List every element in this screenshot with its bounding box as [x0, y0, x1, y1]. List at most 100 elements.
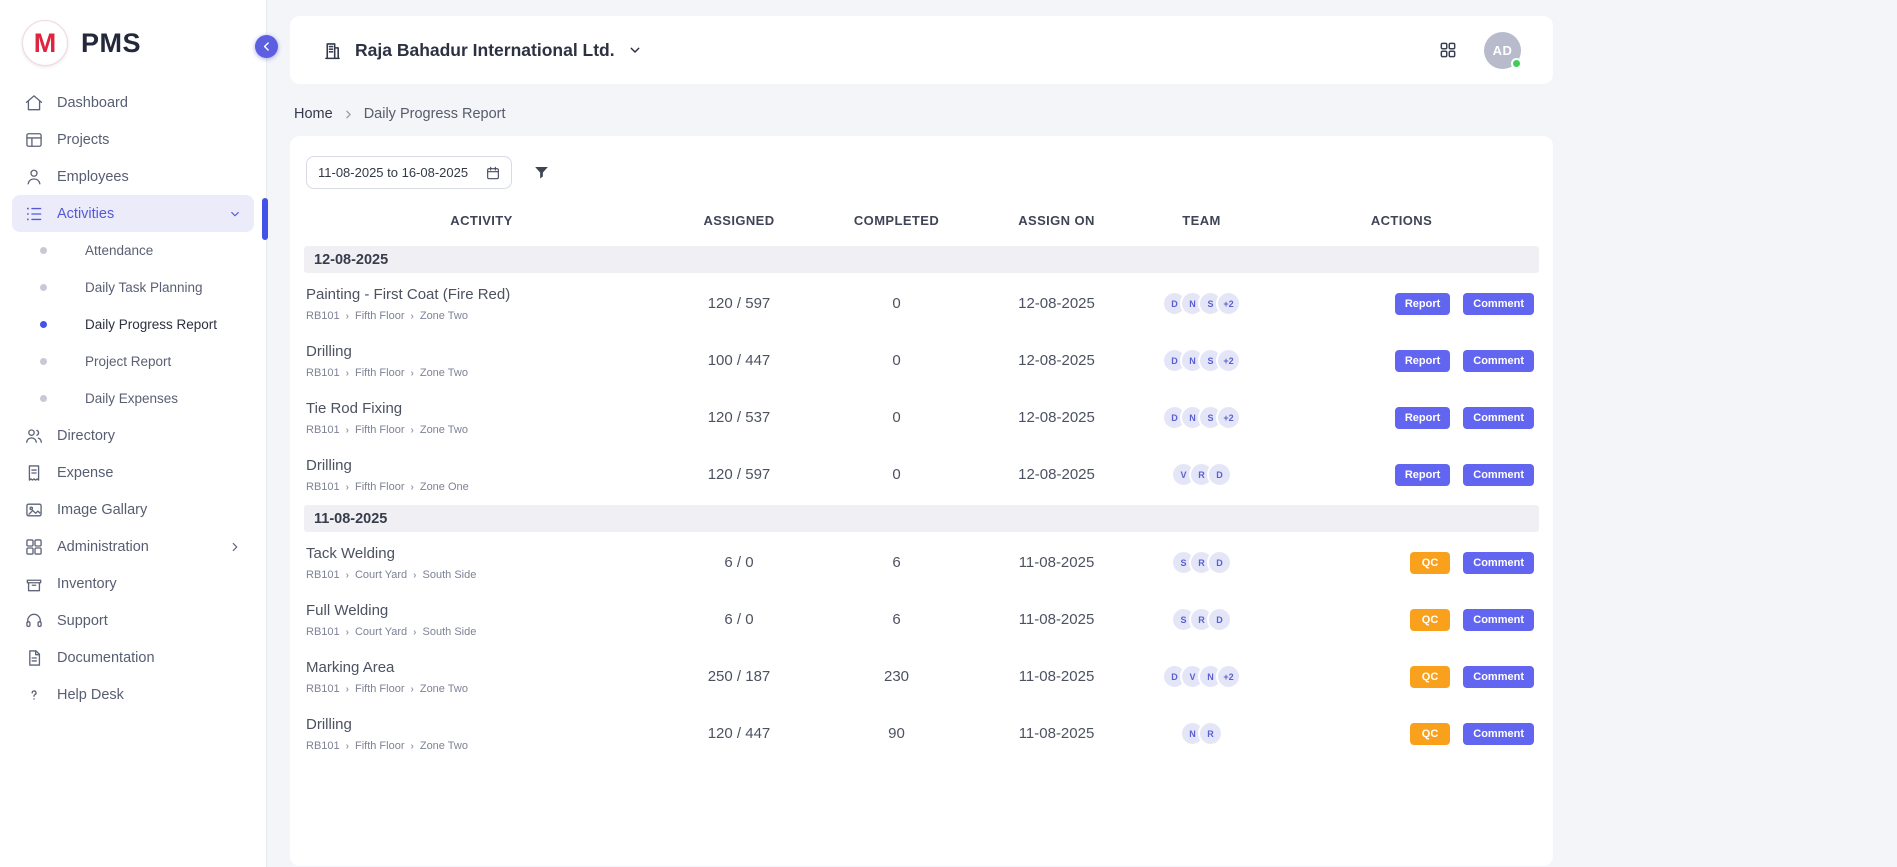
- user-avatar[interactable]: AD: [1484, 32, 1521, 69]
- calendar-icon: [485, 165, 501, 181]
- comment-button[interactable]: Comment: [1463, 609, 1534, 631]
- sidebar-item-activities[interactable]: Activities: [12, 195, 254, 232]
- path-segment: RB101: [306, 626, 340, 638]
- sidebar-item-label: Image Gallary: [57, 502, 147, 518]
- comment-button[interactable]: Comment: [1463, 552, 1534, 574]
- sidebar-item-support[interactable]: Support: [12, 602, 254, 639]
- sidebar-item-label: Expense: [57, 465, 113, 481]
- table-header: ACTIVITY ASSIGNED COMPLETED ASSIGN ON TE…: [304, 199, 1539, 244]
- sidebar-item-projects[interactable]: Projects: [12, 121, 254, 158]
- app-logo: M PMS: [0, 0, 266, 80]
- sidebar-subitem-label: Daily Task Planning: [85, 280, 203, 295]
- comment-button[interactable]: Comment: [1463, 723, 1534, 745]
- qc-button[interactable]: QC: [1410, 723, 1451, 745]
- qc-button[interactable]: QC: [1410, 666, 1451, 688]
- sidebar-item-expense[interactable]: Expense: [12, 454, 254, 491]
- path-segment: Zone Two: [405, 310, 468, 322]
- sidebar-subitem-attendance[interactable]: Attendance: [12, 232, 254, 269]
- apps-grid-icon[interactable]: [1438, 40, 1458, 60]
- table-row: Tie Rod Fixing RB101Fifth FloorZone Two …: [304, 389, 1539, 446]
- sidebar-subitem-label: Daily Expenses: [85, 391, 178, 406]
- activity-cell: Marking Area RB101Fifth FloorZone Two: [304, 659, 659, 695]
- activity-name: Drilling: [306, 716, 659, 733]
- sidebar-subitem-daily-progress-report[interactable]: Daily Progress Report: [12, 306, 254, 343]
- column-header-assign-on: ASSIGN ON: [974, 213, 1139, 228]
- home-icon: [24, 93, 44, 113]
- actions-cell: QC Comment: [1264, 666, 1539, 688]
- team-avatar: D: [1207, 462, 1232, 487]
- sidebar-item-administration[interactable]: Administration: [12, 528, 254, 565]
- column-header-activity: ACTIVITY: [304, 213, 659, 228]
- report-button[interactable]: Report: [1395, 407, 1450, 429]
- breadcrumb-home[interactable]: Home: [294, 106, 333, 122]
- activity-location-path: RB101Fifth FloorZone Two: [306, 310, 659, 322]
- table-row: Painting - First Coat (Fire Red) RB101Fi…: [304, 275, 1539, 332]
- activity-name: Drilling: [306, 457, 659, 474]
- activity-location-path: RB101Court YardSouth Side: [306, 626, 659, 638]
- qc-button[interactable]: QC: [1410, 552, 1451, 574]
- column-header-completed: COMPLETED: [819, 213, 974, 228]
- comment-button[interactable]: Comment: [1463, 293, 1534, 315]
- sidebar-item-documentation[interactable]: Documentation: [12, 639, 254, 676]
- sidebar-subitem-daily-task-planning[interactable]: Daily Task Planning: [12, 269, 254, 306]
- sidebar-item-label: Help Desk: [57, 687, 124, 703]
- report-button[interactable]: Report: [1395, 293, 1450, 315]
- activity-name: Full Welding: [306, 602, 659, 619]
- assign-on-value: 12-08-2025: [974, 466, 1139, 483]
- sidebar-item-help-desk[interactable]: Help Desk: [12, 676, 254, 713]
- assign-on-value: 11-08-2025: [974, 725, 1139, 742]
- comment-button[interactable]: Comment: [1463, 407, 1534, 429]
- sidebar-subitem-project-report[interactable]: Project Report: [12, 343, 254, 380]
- table-row: Drilling RB101Fifth FloorZone Two 120 / …: [304, 705, 1539, 762]
- building-icon: [322, 40, 343, 61]
- comment-button[interactable]: Comment: [1463, 350, 1534, 372]
- filter-row: 11-08-2025 to 16-08-2025: [306, 156, 1539, 189]
- comment-button[interactable]: Comment: [1463, 666, 1534, 688]
- qc-button[interactable]: QC: [1410, 609, 1451, 631]
- breadcrumb-current: Daily Progress Report: [364, 106, 506, 122]
- assign-on-value: 12-08-2025: [974, 295, 1139, 312]
- assigned-value: 6 / 0: [659, 611, 819, 628]
- chevron-right-icon: [342, 108, 355, 121]
- app-title: PMS: [81, 28, 141, 59]
- path-segment: South Side: [407, 626, 476, 638]
- team-avatar: D: [1207, 607, 1232, 632]
- completed-value: 90: [819, 725, 974, 742]
- assign-on-value: 12-08-2025: [974, 352, 1139, 369]
- assign-on-value: 11-08-2025: [974, 611, 1139, 628]
- team-avatars: SRD: [1139, 550, 1264, 575]
- filter-button[interactable]: [532, 163, 551, 182]
- sidebar-item-image-gallary[interactable]: Image Gallary: [12, 491, 254, 528]
- sidebar-item-dashboard[interactable]: Dashboard: [12, 84, 254, 121]
- sidebar-item-inventory[interactable]: Inventory: [12, 565, 254, 602]
- company-selector[interactable]: Raja Bahadur International Ltd.: [322, 40, 643, 61]
- sidebar-item-label: Documentation: [57, 650, 155, 666]
- completed-value: 0: [819, 295, 974, 312]
- column-header-team: TEAM: [1139, 213, 1264, 228]
- sidebar-item-employees[interactable]: Employees: [12, 158, 254, 195]
- sidebar-item-label: Directory: [57, 428, 115, 444]
- activity-name: Painting - First Coat (Fire Red): [306, 286, 659, 303]
- team-avatars: DVN+2: [1139, 664, 1264, 689]
- team-avatar-more: +2: [1216, 405, 1241, 430]
- sidebar-item-label: Inventory: [57, 576, 117, 592]
- sidebar-subitem-label: Daily Progress Report: [85, 317, 217, 332]
- completed-value: 230: [819, 668, 974, 685]
- sidebar-subitem-daily-expenses[interactable]: Daily Expenses: [12, 380, 254, 417]
- sidebar-collapse-button[interactable]: [255, 35, 278, 58]
- sidebar-subitem-label: Project Report: [85, 354, 171, 369]
- report-button[interactable]: Report: [1395, 464, 1450, 486]
- comment-button[interactable]: Comment: [1463, 464, 1534, 486]
- assigned-value: 120 / 597: [659, 295, 819, 312]
- team-avatars: VRD: [1139, 462, 1264, 487]
- path-segment: Zone Two: [405, 367, 468, 379]
- directory-icon: [24, 426, 44, 446]
- date-range-input[interactable]: 11-08-2025 to 16-08-2025: [306, 156, 512, 189]
- activity-location-path: RB101Fifth FloorZone Two: [306, 683, 659, 695]
- actions-cell: Report Comment: [1264, 293, 1539, 315]
- team-avatar: D: [1207, 550, 1232, 575]
- sidebar-item-directory[interactable]: Directory: [12, 417, 254, 454]
- sidebar-nav: Dashboard Projects Employees Activities …: [0, 80, 266, 733]
- actions-cell: Report Comment: [1264, 350, 1539, 372]
- report-button[interactable]: Report: [1395, 350, 1450, 372]
